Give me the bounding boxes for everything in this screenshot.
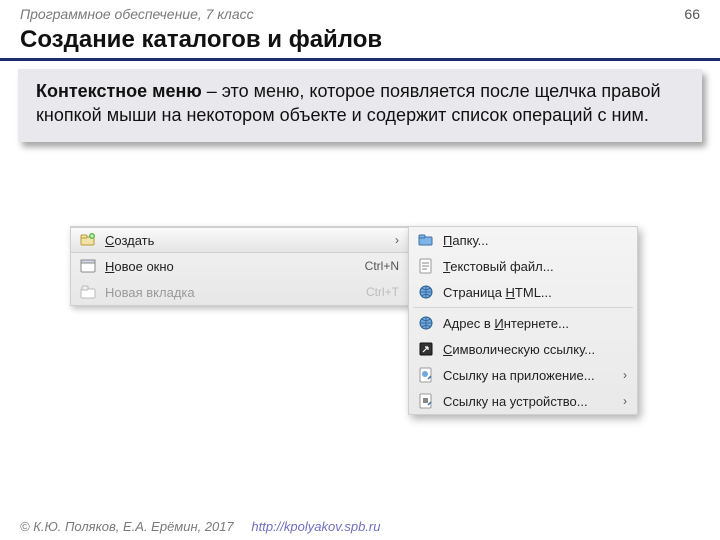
menu-item[interactable]: Страница HTML...	[409, 279, 637, 305]
menu-shortcut: Ctrl+T	[366, 285, 399, 299]
menu-item: Новая вкладкаCtrl+T	[71, 279, 409, 305]
menu-item-label: Страница HTML...	[443, 285, 627, 300]
device-link-icon	[417, 392, 435, 410]
definition-box: Контекстное меню – это меню, которое поя…	[18, 69, 702, 142]
menu-item-label: Текстовый файл...	[443, 259, 627, 274]
menu-item-label: Создать	[105, 233, 389, 248]
app-link-icon	[417, 366, 435, 384]
tab-icon	[79, 283, 97, 301]
footer-copyright: © К.Ю. Поляков, Е.А. Ерёмин, 2017	[20, 519, 234, 534]
menu-item[interactable]: Папку...	[409, 227, 637, 253]
globe-icon	[417, 283, 435, 301]
menu-item-label: Ссылку на устройство...	[443, 394, 623, 409]
menu-item[interactable]: Ссылку на устройство...›	[409, 388, 637, 414]
menu-item-label: Папку...	[443, 233, 627, 248]
folder-icon	[417, 231, 435, 249]
submenu-arrow-icon: ›	[395, 233, 399, 247]
menu-item-label: Новая вкладка	[105, 285, 366, 300]
shortcut-icon	[417, 340, 435, 358]
menu-item[interactable]: Текстовый файл...	[409, 253, 637, 279]
context-menu-primary: Создать›Новое окноCtrl+NНовая вкладкаCtr…	[70, 226, 410, 306]
page-title: Создание каталогов и файлов	[0, 24, 720, 61]
footer: © К.Ю. Поляков, Е.А. Ерёмин, 2017 http:/…	[0, 513, 720, 540]
menus-area: Создать›Новое окноCtrl+NНовая вкладкаCtr…	[70, 226, 670, 476]
menu-item[interactable]: Адрес в Интернете...	[409, 310, 637, 336]
folder-new-icon	[79, 231, 97, 249]
window-icon	[79, 257, 97, 275]
menu-item[interactable]: Создать ›	[71, 227, 409, 253]
menu-item[interactable]: Новое окноCtrl+N	[71, 253, 409, 279]
page-number: 66	[684, 6, 700, 22]
header-subject: Программное обеспечение, 7 класс	[20, 6, 254, 22]
definition-term: Контекстное меню	[36, 81, 202, 101]
menu-separator	[413, 307, 633, 308]
submenu-arrow-icon: ›	[623, 368, 627, 382]
menu-item[interactable]: Ссылку на приложение...›	[409, 362, 637, 388]
context-menu-create-submenu: Папку... Текстовый файл... Страница HTML..…	[408, 226, 638, 415]
menu-item-label: Ссылку на приложение...	[443, 368, 623, 383]
menu-shortcut: Ctrl+N	[365, 259, 399, 273]
footer-link[interactable]: http://kpolyakov.spb.ru	[251, 519, 380, 534]
menu-item-label: Адрес в Интернете...	[443, 316, 627, 331]
globe-icon	[417, 314, 435, 332]
menu-item[interactable]: Символическую ссылку...	[409, 336, 637, 362]
text-icon	[417, 257, 435, 275]
submenu-arrow-icon: ›	[623, 394, 627, 408]
menu-item-label: Новое окно	[105, 259, 365, 274]
menu-item-label: Символическую ссылку...	[443, 342, 627, 357]
